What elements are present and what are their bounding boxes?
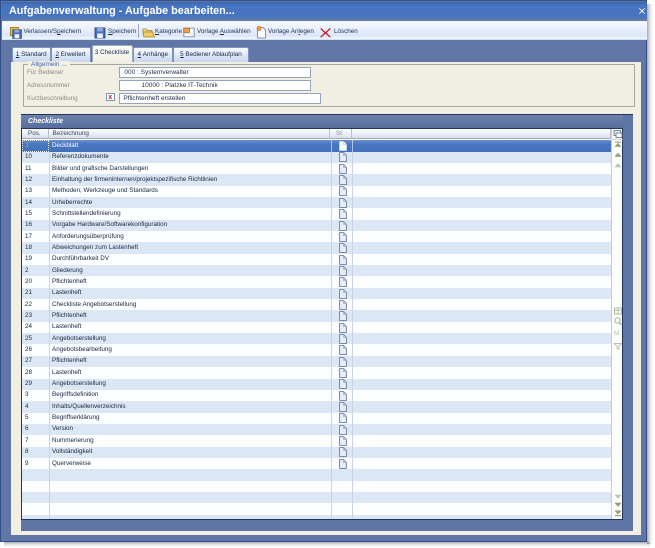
svg-text:M: M [614,331,619,337]
